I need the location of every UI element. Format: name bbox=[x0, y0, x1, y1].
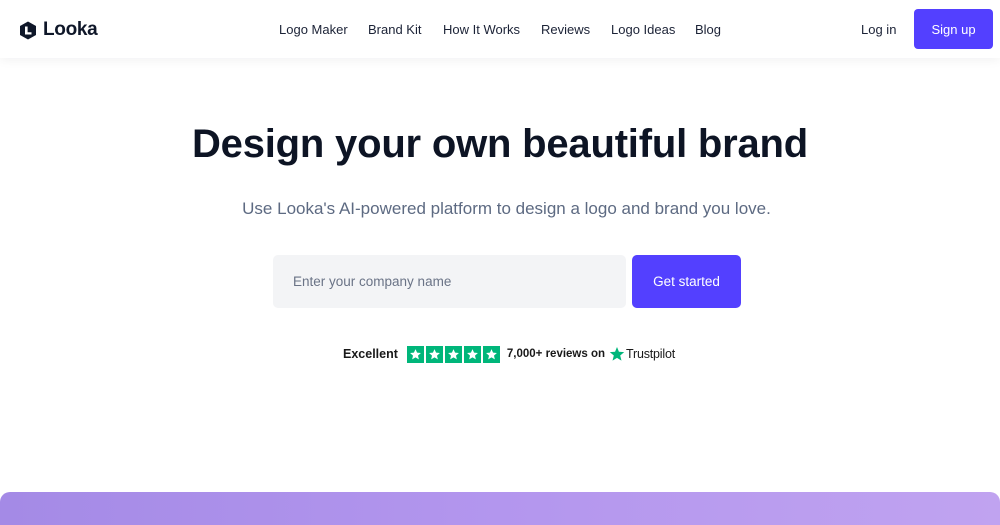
get-started-button[interactable]: Get started bbox=[632, 255, 741, 308]
page: Looka Logo Maker Brand Kit How It Works … bbox=[0, 0, 1000, 525]
nav-item-logo-ideas[interactable]: Logo Ideas bbox=[611, 22, 675, 37]
signup-button[interactable]: Sign up bbox=[914, 9, 993, 49]
rating-label: Excellent bbox=[343, 347, 398, 361]
login-link[interactable]: Log in bbox=[861, 22, 896, 37]
rating-stars bbox=[406, 345, 500, 363]
trustpilot-rating: Excellent 7,000+ reviews on Trustpilot bbox=[343, 345, 675, 363]
trustpilot-label: Trustpilot bbox=[626, 347, 675, 361]
hero-subtitle: Use Looka's AI-powered platform to desig… bbox=[242, 199, 771, 218]
trustpilot-star-icon bbox=[609, 347, 625, 361]
main-nav: Logo Maker Brand Kit How It Works Review… bbox=[0, 0, 1000, 58]
bottom-gradient-section bbox=[0, 492, 1000, 525]
star-icon bbox=[406, 345, 424, 363]
nav-item-how-it-works[interactable]: How It Works bbox=[443, 22, 520, 37]
top-navigation-bar: Looka Logo Maker Brand Kit How It Works … bbox=[0, 0, 1000, 58]
nav-item-brand-kit[interactable]: Brand Kit bbox=[368, 22, 421, 37]
star-icon bbox=[482, 345, 500, 363]
reviews-count-label: 7,000+ reviews on bbox=[506, 348, 606, 360]
company-name-input[interactable] bbox=[273, 255, 626, 308]
star-icon bbox=[444, 345, 462, 363]
hero-title: Design your own beautiful brand bbox=[191, 122, 809, 166]
nav-item-logo-maker[interactable]: Logo Maker bbox=[279, 22, 348, 37]
star-icon bbox=[425, 345, 443, 363]
star-icon bbox=[463, 345, 481, 363]
nav-item-blog[interactable]: Blog bbox=[695, 22, 721, 37]
nav-item-reviews[interactable]: Reviews bbox=[541, 22, 590, 37]
